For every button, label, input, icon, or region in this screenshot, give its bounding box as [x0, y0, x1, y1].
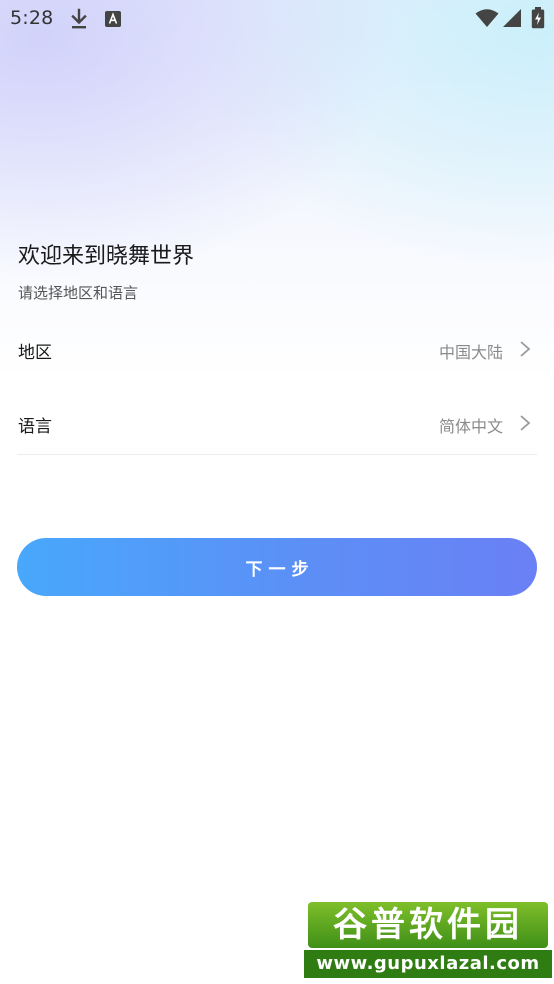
battery-icon [531, 7, 545, 29]
wifi-icon [475, 9, 499, 27]
page-title: 欢迎来到晓舞世界 [18, 244, 195, 269]
next-button-label: 下一步 [245, 559, 315, 580]
screen: 5:28 欢迎来到晓舞世界 请选择地区和语言 地区 中国大陆 语言 简体中文 下… [0, 0, 554, 984]
watermark-url: www.gupuxlazal.com [304, 950, 552, 978]
language-label: 语言 [18, 417, 52, 437]
background-gradient [0, 0, 554, 380]
download-icon [71, 8, 87, 29]
watermark-title: 谷普软件园 [308, 902, 548, 948]
signal-icon [503, 9, 521, 27]
region-label: 地区 [18, 343, 52, 363]
region-value: 中国大陆 [438, 343, 503, 362]
next-button[interactable]: 下一步 [17, 538, 537, 596]
language-row[interactable]: 语言 简体中文 [17, 400, 537, 448]
chevron-right-icon [520, 341, 531, 357]
page-subtitle: 请选择地区和语言 [18, 284, 139, 302]
divider [17, 454, 537, 455]
chevron-right-icon [520, 415, 531, 431]
region-row[interactable]: 地区 中国大陆 [17, 326, 537, 374]
status-time: 5:28 [10, 7, 54, 29]
a-icon [105, 11, 121, 27]
language-value: 简体中文 [438, 417, 503, 436]
status-bar: 5:28 [0, 0, 554, 38]
watermark: 谷普软件园 www.gupuxlazal.com [304, 896, 552, 980]
